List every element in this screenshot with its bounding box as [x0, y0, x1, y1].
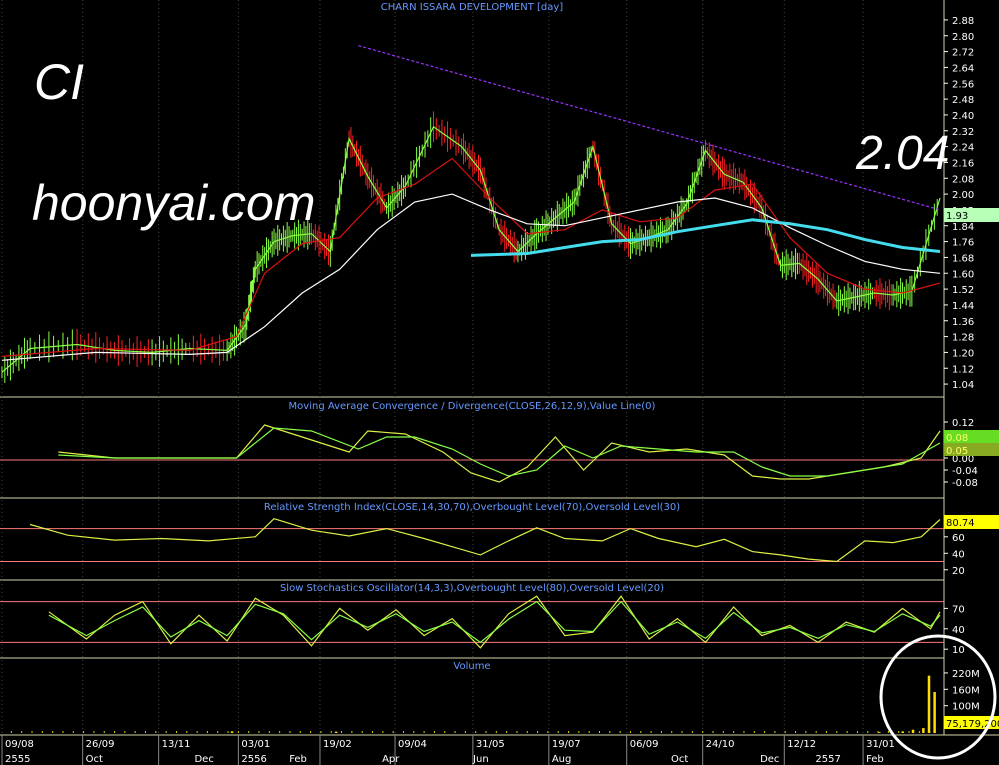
- last-price-label: 1.93: [946, 211, 968, 222]
- y-tick-label: 2.00: [952, 190, 974, 201]
- volume-bar: [878, 732, 881, 733]
- x-tick-label: 03/01: [241, 739, 270, 750]
- x-tick-label-secondary: 2555: [5, 754, 30, 765]
- y-tick-label: 2.24: [952, 143, 974, 154]
- y-tick-label: 20: [952, 566, 965, 577]
- y-tick-label: 70: [952, 604, 965, 615]
- x-tick-label-secondary: 2557: [815, 754, 840, 765]
- x-tick-label: 31/05: [476, 739, 505, 750]
- x-tick-label: 09/04: [398, 739, 427, 750]
- y-tick-label: 1.36: [952, 317, 974, 328]
- y-tick-label: 40: [952, 625, 965, 636]
- y-tick-label: 60: [952, 533, 965, 544]
- y-tick-label: 2.64: [952, 63, 974, 74]
- x-tick-label: 19/02: [323, 739, 352, 750]
- x-tick-label: 19/07: [552, 739, 581, 750]
- x-tick-label-secondary: Feb: [866, 754, 884, 765]
- x-tick-label-secondary: 2556: [241, 754, 266, 765]
- y-tick-label: 2.16: [952, 158, 974, 169]
- volume-bar: [230, 731, 234, 733]
- x-tick-label-secondary: Apr: [382, 754, 400, 765]
- x-tick-label-secondary: Jun: [472, 754, 489, 765]
- volume-bar: [922, 728, 925, 733]
- macd-title: Moving Average Convergence / Divergence(…: [289, 401, 656, 412]
- y-tick-label: 1.04: [952, 380, 974, 391]
- y-tick-label: 100M: [952, 702, 980, 713]
- x-tick-label: 24/10: [706, 739, 735, 750]
- y-tick-label: 1.60: [952, 269, 974, 280]
- x-tick-label-secondary: Oct: [86, 754, 103, 765]
- y-tick-label: 2.08: [952, 174, 974, 185]
- macd-value-label: 0.08: [946, 433, 968, 444]
- x-tick-label: 13/11: [162, 739, 191, 750]
- signal-value-label: 0.05: [946, 446, 968, 457]
- volume-title: Volume: [453, 661, 490, 672]
- volume-bar: [927, 675, 931, 733]
- chart-title: CHARN ISSARA DEVELOPMENT [day]: [381, 2, 563, 13]
- y-tick-label: 1.12: [952, 364, 974, 375]
- overlay-symbol: CI: [34, 54, 84, 110]
- y-tick-label: 160M: [952, 685, 980, 696]
- y-tick-label: 1.20: [952, 348, 974, 359]
- x-tick-label: 09/08: [5, 739, 34, 750]
- x-tick-label-secondary: Dec: [760, 754, 779, 765]
- y-tick-label: 0.12: [952, 418, 974, 429]
- x-tick-label-secondary: Dec: [194, 754, 213, 765]
- rsi-value-label: 80.74: [946, 518, 975, 529]
- x-tick-label-secondary: Feb: [289, 754, 307, 765]
- y-tick-label: 1.52: [952, 285, 974, 296]
- x-tick-label-secondary: Oct: [671, 754, 688, 765]
- x-tick-label: 12/12: [787, 739, 816, 750]
- y-tick-label: 2.40: [952, 111, 974, 122]
- background: [0, 0, 999, 765]
- x-tick-label-secondary: Aug: [552, 754, 572, 765]
- chart-canvas: 2.88 2.80 2.72 2.64 2.56 2.48 2.40 2.32 2.24 2.16…: [0, 0, 999, 765]
- rsi-title: Relative Strength Index(CLOSE,14,30,70),…: [264, 502, 680, 513]
- volume-bar: [911, 729, 915, 733]
- y-tick-label: 10: [952, 645, 965, 656]
- y-tick-label: 2.88: [952, 16, 974, 27]
- x-tick-label: 06/09: [630, 739, 659, 750]
- volume-bar: [933, 692, 936, 733]
- y-tick-label: 2.48: [952, 95, 974, 106]
- overlay-site: hoonyai.com: [32, 175, 316, 231]
- y-tick-label: 1.44: [952, 301, 974, 312]
- y-tick-label: -0.08: [952, 478, 978, 489]
- y-tick-label: 2.56: [952, 79, 974, 90]
- x-tick-label: 31/01: [866, 739, 895, 750]
- y-tick-label: 2.80: [952, 32, 974, 43]
- volume-bar: [334, 731, 338, 733]
- y-tick-label: 1.28: [952, 333, 974, 344]
- x-tick-label: 26/09: [86, 739, 115, 750]
- y-tick-label: 1.68: [952, 253, 974, 264]
- stochastic-title: Slow Stochastics Oscillator(14,3,3),Over…: [280, 583, 664, 594]
- y-tick-label: -0.04: [952, 466, 978, 477]
- overlay-price: 2.04: [855, 127, 949, 180]
- y-tick-label: 1.84: [952, 222, 974, 233]
- y-tick-label: 2.32: [952, 127, 974, 138]
- y-tick-label: 1.76: [952, 238, 974, 249]
- y-tick-label: 220M: [952, 669, 980, 680]
- volume-bar: [901, 731, 904, 733]
- y-tick-label: 40: [952, 549, 965, 560]
- y-tick-label: 2.72: [952, 48, 974, 59]
